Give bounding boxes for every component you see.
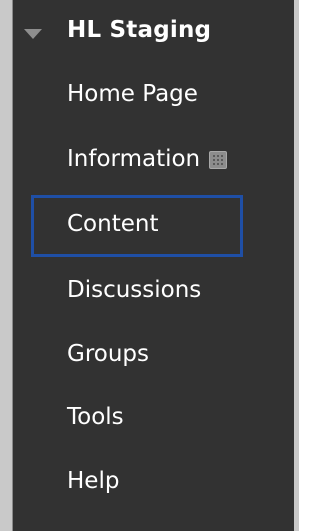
course-header[interactable]: HL Staging	[13, 0, 295, 68]
menu-item-label: Content	[67, 210, 159, 237]
menu-item-label: Groups	[67, 340, 150, 367]
menu-item-label: Information	[67, 145, 201, 172]
menu-item-home-page[interactable]: Home Page	[67, 80, 198, 107]
course-title[interactable]: HL Staging	[67, 17, 211, 43]
hidden-from-students-icon	[209, 150, 228, 169]
menu-item-label: Tools	[67, 403, 124, 430]
caret-down-icon[interactable]	[24, 29, 42, 39]
menu-item-label: Discussions	[67, 276, 202, 303]
course-menu-frame: HL Staging Home Page Information Content…	[0, 0, 299, 531]
menu-item-help[interactable]: Help	[67, 467, 119, 494]
menu-item-groups[interactable]: Groups	[67, 340, 149, 367]
menu-item-information[interactable]: Information	[67, 145, 228, 172]
menu-item-label: Home Page	[67, 80, 198, 107]
course-menu-panel: HL Staging Home Page Information Content…	[12, 0, 294, 531]
menu-item-content[interactable]: Content	[67, 210, 158, 237]
menu-item-label: Help	[67, 467, 120, 494]
menu-item-tools[interactable]: Tools	[67, 403, 124, 430]
menu-item-discussions[interactable]: Discussions	[67, 276, 201, 303]
